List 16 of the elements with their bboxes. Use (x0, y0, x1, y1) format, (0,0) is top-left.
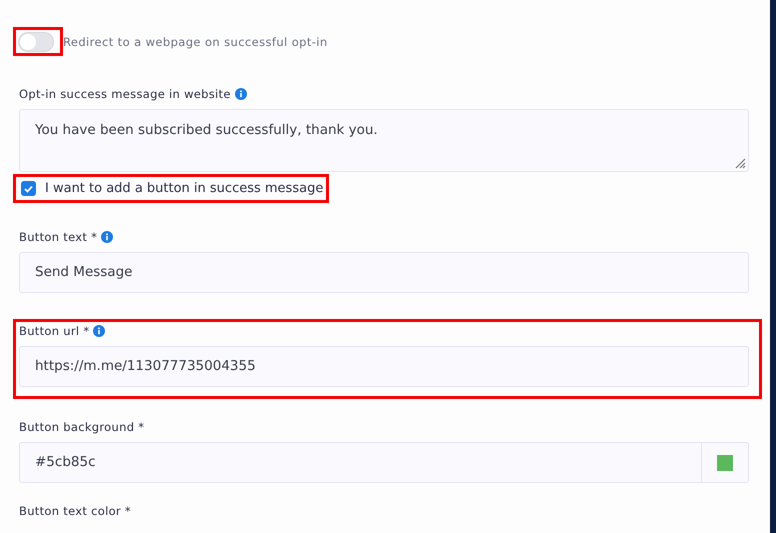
toggle-label: Redirect to a webpage on successful opt-in (63, 34, 328, 48)
field-label: Opt-in success message in website (19, 87, 231, 101)
resize-grip-icon[interactable] (734, 157, 746, 169)
field-label: Button background * (19, 420, 144, 434)
check-icon (24, 184, 33, 192)
field-label: Button text * (19, 230, 98, 244)
field-label: Button text color * (19, 504, 131, 518)
input-field[interactable]: Send Message (19, 252, 749, 293)
color-input-field[interactable]: #5cb85c (19, 442, 749, 483)
checkbox[interactable] (21, 181, 36, 196)
toggle-switch[interactable] (18, 32, 54, 52)
input-field[interactable]: https://m.me/113077735004355 (19, 346, 749, 387)
checkbox-label: I want to add a button in success message (45, 181, 324, 196)
message-textarea[interactable]: You have been subscribed successfully, thank you. (19, 109, 749, 172)
field-label: Button url * (19, 324, 90, 338)
color-swatch[interactable] (717, 454, 733, 470)
